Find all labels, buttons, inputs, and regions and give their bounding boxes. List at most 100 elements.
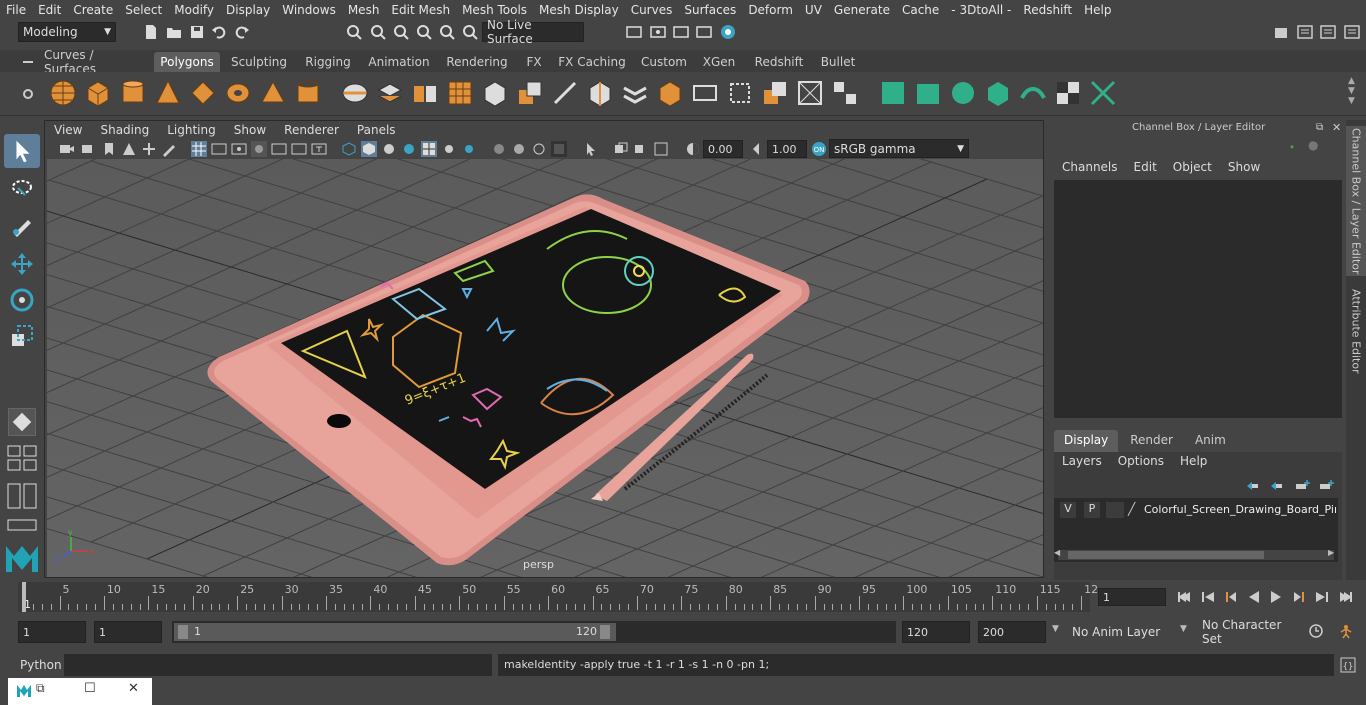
3d-viewport[interactable]: 9=ξ+τ+1 x y z persp <box>47 159 1043 577</box>
menu-redshift[interactable]: Redshift <box>1017 3 1078 17</box>
scale-tool-button[interactable] <box>8 322 36 350</box>
boolean-icon[interactable] <box>760 78 790 108</box>
chevron-down-icon[interactable]: ▼ <box>1052 624 1059 634</box>
live-surface-field[interactable]: No Live Surface <box>482 18 584 46</box>
poly-torus-icon[interactable] <box>223 78 253 108</box>
poly-cube-icon[interactable] <box>83 78 113 108</box>
xray-icon[interactable] <box>613 141 629 157</box>
safe-title-icon[interactable] <box>311 141 327 157</box>
layer-tab-anim[interactable]: Anim <box>1185 430 1236 452</box>
channel-box-toggle-icon[interactable] <box>1344 24 1360 40</box>
shelf-settings-icon[interactable] <box>20 86 36 102</box>
poly-cylinder-icon[interactable] <box>118 78 148 108</box>
float-icon[interactable]: ⧉ <box>1316 122 1323 133</box>
menu-mesh-tools[interactable]: Mesh Tools <box>456 3 533 17</box>
isolate-select-icon[interactable] <box>583 141 599 157</box>
layout-four-view-button[interactable] <box>6 444 38 472</box>
shelf-tab-rigging[interactable]: Rigging <box>299 52 357 72</box>
tool-settings-toggle-icon[interactable] <box>1320 24 1336 40</box>
gamma-field[interactable]: 1.00 <box>767 140 807 158</box>
menu-3dtoall[interactable]: - 3DtoAll - <box>945 3 1017 17</box>
gate-mask-icon[interactable] <box>251 141 267 157</box>
shelf-tab-fx[interactable]: FX <box>519 52 549 72</box>
make-live-icon[interactable] <box>462 24 478 40</box>
current-frame-field[interactable]: 1 <box>1098 588 1166 606</box>
merge-icon[interactable] <box>725 78 755 108</box>
script-language-label[interactable]: Python <box>20 658 62 672</box>
collapse-icon[interactable] <box>830 78 860 108</box>
uv-checker-icon[interactable] <box>1053 78 1083 108</box>
step-back-icon[interactable] <box>1200 589 1216 605</box>
layer-visibility-toggle[interactable]: V <box>1060 502 1076 518</box>
axis-toggle-icon[interactable]: ⬩ <box>1290 140 1294 154</box>
go-to-start-icon[interactable] <box>1176 589 1192 605</box>
motion-blur-icon[interactable] <box>511 141 527 157</box>
layout-side-by-side-button[interactable] <box>6 482 38 510</box>
poly-cone-icon[interactable] <box>153 78 183 108</box>
snap-surface-icon[interactable] <box>439 24 455 40</box>
move-tool-button[interactable] <box>8 250 36 278</box>
2d-pan-zoom-icon[interactable] <box>141 141 157 157</box>
fill-hole-icon[interactable] <box>690 78 720 108</box>
chevron-down-icon[interactable]: ▼ <box>1180 624 1187 634</box>
viewport-menu-panels[interactable]: Panels <box>348 123 405 137</box>
layer-row[interactable]: V P ╱ Colorful_Screen_Drawing_Board_Pink <box>1054 500 1338 520</box>
menu-create[interactable]: Create <box>67 3 119 17</box>
bevel-icon[interactable] <box>585 78 615 108</box>
lasso-tool-button[interactable] <box>8 176 36 204</box>
mode-dropdown[interactable]: Modeling ▼ <box>18 22 116 42</box>
menu-file[interactable]: File <box>0 3 32 17</box>
menu-select[interactable]: Select <box>119 3 168 17</box>
step-back-key-icon[interactable] <box>1222 589 1238 605</box>
mirror-icon[interactable] <box>410 78 440 108</box>
command-input[interactable] <box>64 654 492 676</box>
image-plane-icon[interactable] <box>121 141 137 157</box>
new-scene-icon[interactable] <box>143 24 159 40</box>
grease-pencil-icon[interactable] <box>161 141 177 157</box>
undo-icon[interactable] <box>211 24 227 40</box>
bookmark-icon[interactable] <box>101 141 117 157</box>
target-weld-icon[interactable] <box>795 78 825 108</box>
tab-attribute-editor[interactable]: Attribute Editor <box>1346 284 1366 378</box>
uv-cut-icon[interactable] <box>1088 78 1118 108</box>
layer-display-type-toggle[interactable] <box>1106 502 1124 518</box>
menu-display[interactable]: Display <box>220 3 276 17</box>
layer-tab-display[interactable]: Display <box>1054 430 1119 452</box>
channel-toggle-icon[interactable]: ● <box>1308 138 1318 152</box>
play-backwards-icon[interactable] <box>1246 589 1262 605</box>
default-material-icon[interactable] <box>381 141 397 157</box>
field-chart-icon[interactable] <box>271 141 287 157</box>
open-scene-icon[interactable] <box>166 24 182 40</box>
end-time-field[interactable]: 200 <box>978 621 1046 643</box>
wireframe-icon[interactable] <box>341 141 357 157</box>
channel-menu-channels[interactable]: Channels <box>1054 160 1126 178</box>
close-window-icon[interactable]: ✕ <box>128 681 139 696</box>
snap-view-icon[interactable] <box>416 24 432 40</box>
channel-menu-edit[interactable]: Edit <box>1126 160 1165 178</box>
character-set-dropdown[interactable]: No Character Set <box>1198 618 1302 646</box>
channel-menu-object[interactable]: Object <box>1165 160 1220 178</box>
workspace-icon[interactable] <box>1273 24 1289 40</box>
reduce-icon[interactable] <box>480 78 510 108</box>
range-handle[interactable]: 1 120 <box>174 623 616 641</box>
time-slider[interactable]: 1 5 10 15 20 25 30 35 40 45 50 55 60 65 70 75 80 85 90 95 1… <box>0 580 1366 616</box>
menu-edit[interactable]: Edit <box>32 3 67 17</box>
viewport-menu-renderer[interactable]: Renderer <box>275 123 348 137</box>
snap-curve-icon[interactable] <box>370 24 386 40</box>
menu-surfaces[interactable]: Surfaces <box>678 3 742 17</box>
go-to-end-icon[interactable] <box>1338 589 1354 605</box>
menu-mesh-display[interactable]: Mesh Display <box>533 3 625 17</box>
poly-plane-icon[interactable] <box>188 78 218 108</box>
render-view-icon[interactable] <box>696 24 712 40</box>
shelf-scroll-arrows-icon[interactable]: ▲ ▼ ▼ <box>1348 76 1355 106</box>
shelf-tab-curves-surfaces[interactable]: Curves / Surfaces <box>44 48 148 76</box>
shelf-tab-fx-caching[interactable]: FX Caching <box>555 52 629 72</box>
exposure-icon[interactable] <box>685 141 701 157</box>
rotate-tool-button[interactable] <box>8 286 36 314</box>
ipr-render-icon[interactable] <box>673 24 689 40</box>
uv-planar-icon[interactable] <box>878 78 908 108</box>
resolution-gate-icon[interactable] <box>231 141 247 157</box>
layer-menu-help[interactable]: Help <box>1172 454 1215 472</box>
render-settings-icon[interactable] <box>626 24 642 40</box>
layer-scrollbar[interactable]: ◀ ▶ <box>1054 548 1334 560</box>
